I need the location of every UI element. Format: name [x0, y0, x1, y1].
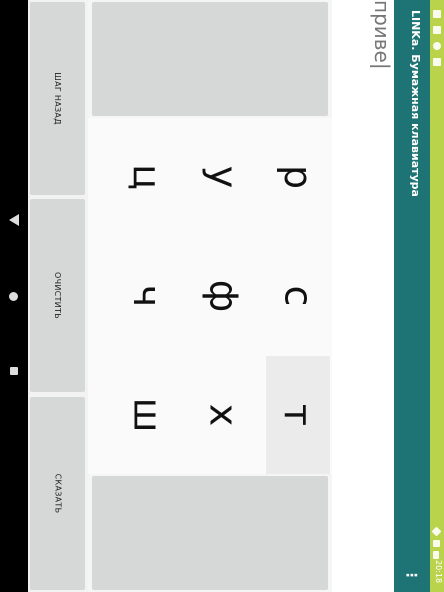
undo-button-label: ШАГ НАЗАД	[53, 72, 62, 125]
key-grid: р у ц с ф ч т х ш	[88, 118, 332, 474]
key-1[interactable]: р	[266, 118, 330, 236]
key-char: р	[276, 164, 320, 190]
app-bar: LINKa. Бумажная клавиатура ⋮	[394, 0, 430, 592]
key-4[interactable]: с	[266, 237, 330, 355]
key-char: ц	[125, 164, 169, 190]
recent-apps-icon[interactable]	[7, 364, 21, 378]
status-bar: 20:18	[430, 0, 444, 592]
key-7[interactable]: т	[266, 356, 330, 474]
blank-key-bottom[interactable]	[92, 476, 328, 590]
key-char: у	[201, 165, 245, 189]
action-buttons-column: ШАГ НАЗАД ОЧИСТИТЬ СКАЗАТЬ	[28, 0, 88, 592]
status-clock: 20:18	[434, 560, 443, 584]
sd-card-icon	[433, 58, 441, 66]
navigation-bar	[0, 0, 28, 592]
blank-key-top[interactable]	[92, 2, 328, 116]
key-9[interactable]: ш	[114, 356, 180, 474]
battery-icon	[433, 551, 439, 559]
signal-icon	[433, 540, 440, 547]
settings-icon	[433, 10, 441, 18]
home-icon[interactable]	[7, 290, 21, 304]
clear-button-label: ОЧИСТИТЬ	[53, 272, 62, 319]
text-output-field[interactable]: приве|	[332, 0, 394, 592]
wifi-icon	[431, 526, 442, 537]
key-6[interactable]: ч	[114, 237, 180, 355]
clear-button[interactable]: ОЧИСТИТЬ	[30, 199, 85, 392]
key-char: ч	[124, 284, 169, 308]
notification-icon	[433, 26, 441, 34]
key-char: х	[201, 403, 245, 427]
key-char: ф	[201, 279, 245, 313]
key-char: ш	[125, 397, 169, 433]
key-5[interactable]: ф	[190, 237, 256, 355]
app-title: LINKa. Бумажная клавиатура	[409, 10, 422, 197]
paper-keyboard: р у ц с ф ч т х ш	[88, 0, 332, 592]
key-char: с	[276, 285, 320, 307]
speak-button[interactable]: СКАЗАТЬ	[30, 397, 85, 590]
key-3[interactable]: ц	[114, 118, 180, 236]
undo-button[interactable]: ШАГ НАЗАД	[30, 2, 85, 195]
back-icon[interactable]	[7, 214, 21, 228]
key-2[interactable]: у	[190, 118, 256, 236]
sync-icon	[433, 42, 441, 50]
typed-text: приве|	[370, 0, 394, 70]
key-char: т	[275, 403, 320, 427]
key-8[interactable]: х	[190, 356, 256, 474]
speak-button-label: СКАЗАТЬ	[52, 473, 62, 514]
more-vert-icon[interactable]: ⋮	[403, 566, 419, 584]
